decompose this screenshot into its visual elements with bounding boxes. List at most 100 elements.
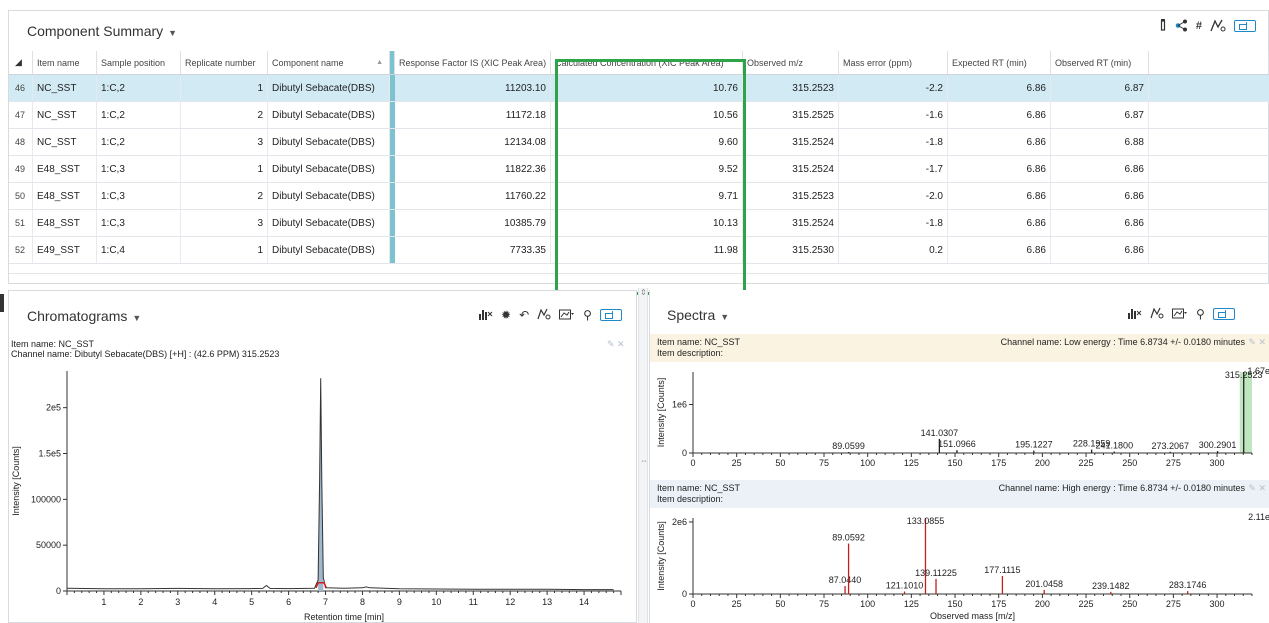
table-row[interactable]: 48 NC_SST 1:C,2 3 Dibutyl Sebacate(DBS) 12134… <box>9 129 1269 156</box>
undo-icon[interactable]: ↶ <box>519 308 529 322</box>
chart-settings-icon[interactable] <box>537 308 551 322</box>
peak-mz-label: 139.11225 <box>915 568 957 578</box>
table-row[interactable]: 47 NC_SST 1:C,2 2 Dibutyl Sebacate(DBS) 11172… <box>9 102 1269 129</box>
item-name-cell: NC_SST <box>33 75 97 101</box>
sample-position-cell: 1:C,2 <box>97 129 181 155</box>
flask-icon[interactable] <box>1159 19 1167 33</box>
x-tick-label: 12 <box>505 597 515 607</box>
peak-mz-label: 241.1800 <box>1096 441 1134 451</box>
x-tick-label: 125 <box>904 599 919 609</box>
column-header-sample-position[interactable]: Sample position <box>97 51 181 74</box>
chart-settings-icon[interactable] <box>1150 307 1164 321</box>
zoom-icon[interactable]: ⚲ <box>583 308 592 322</box>
column-header-observed-mz[interactable]: Observed m/z <box>743 51 839 74</box>
chevron-down-icon[interactable]: ▼ <box>720 312 729 322</box>
x-tick-label: 100 <box>860 458 875 468</box>
table-row[interactable]: 52 E49_SST 1:C,4 1 Dibutyl Sebacate(DBS) 7733… <box>9 237 1269 264</box>
calculated-concentration-cell: 9.52 <box>551 156 743 182</box>
chevron-down-icon[interactable]: ▼ <box>168 28 177 38</box>
column-header-component-name[interactable]: Component name ▲ <box>268 51 390 74</box>
collapse-side-icon[interactable]: ⇔ <box>640 456 648 465</box>
observed-rt-cell: 6.87 <box>1051 75 1149 101</box>
chart-type-icon[interactable] <box>479 308 493 322</box>
peak-mz-label: 201.0458 <box>1025 579 1063 589</box>
item-name-cell: E48_SST <box>33 156 97 182</box>
chart-settings-icon[interactable] <box>1210 19 1226 33</box>
export-icon[interactable] <box>559 308 575 322</box>
row-index: 52 <box>9 237 33 263</box>
pin-icon[interactable]: ✎ ✕ <box>1248 483 1266 494</box>
spectra-pane: Spectra ▼ ⚲ Item name: NC_SST Item descri… <box>649 290 1269 623</box>
column-header-replicate-number[interactable]: Replicate number <box>181 51 268 74</box>
calculated-concentration-cell: 10.56 <box>551 102 743 128</box>
calculated-concentration-cell: 11.98 <box>551 237 743 263</box>
export-icon[interactable] <box>1172 307 1188 321</box>
row-index: 50 <box>9 183 33 209</box>
chromatogram-chart[interactable]: 0500001000001.5e52e51 2 3 4 5 6 7 8 9 10 11 12 13 14R… <box>9 361 638 623</box>
high-item-description: Item description: <box>657 494 724 504</box>
response-factor-cell: 7733.35 <box>395 237 551 263</box>
chevron-down-icon[interactable]: ▼ <box>132 313 141 323</box>
chrom-channel-name: Channel name: Dibutyl Sebacate(DBS) [+H]… <box>11 349 280 359</box>
table-row[interactable]: 46 NC_SST 1:C,2 1 Dibutyl Sebacate(DBS) 11203… <box>9 75 1269 102</box>
collapse-up-icon[interactable]: ⇕ <box>640 288 647 297</box>
low-energy-spectrum[interactable]: 0 1e6 0 25 50 75 100 125 150 175 200 225 250 275 300 In… <box>650 362 1269 480</box>
column-header-expected-rt[interactable]: Expected RT (min) <box>948 51 1051 74</box>
row-selector-header[interactable]: ◢ <box>9 51 33 74</box>
column-header-mass-error[interactable]: Mass error (ppm) <box>839 51 948 74</box>
left-panel-grip[interactable] <box>0 294 4 312</box>
row-filler <box>1149 210 1269 236</box>
x-tick-label: 75 <box>819 599 829 609</box>
vertical-splitter[interactable]: ⇕ ⇔ <box>638 288 648 623</box>
sort-ascending-icon: ▲ <box>376 59 383 66</box>
chart-type-icon[interactable] <box>1128 307 1142 321</box>
peak-mz-label: 283.1746 <box>1169 580 1207 590</box>
y-tick-label: 1e6 <box>672 399 687 409</box>
high-item-name: Item name: NC_SST <box>657 483 741 493</box>
replicate-number-cell: 1 <box>181 237 268 263</box>
replicate-number-cell: 2 <box>181 102 268 128</box>
x-tick-label: 11 <box>469 597 478 607</box>
zoom-icon[interactable]: ⚲ <box>1196 307 1205 321</box>
x-tick-label: 0 <box>690 458 695 468</box>
network-icon[interactable] <box>1175 19 1188 33</box>
mass-error-cell: -1.8 <box>839 210 948 236</box>
spectra-title[interactable]: Spectra ▼ <box>667 307 729 323</box>
high-energy-spectrum[interactable]: 0 2e6 0 25 50 75 100 125 150 175 200 225 250 275 300 Ob… <box>650 508 1269 623</box>
column-header-observed-rt[interactable]: Observed RT (min) <box>1051 51 1149 74</box>
gear-icon[interactable]: ✹ <box>501 308 511 322</box>
layout-icon[interactable] <box>1212 308 1235 320</box>
row-filler <box>1149 129 1269 155</box>
pin-icon[interactable]: ✎ ✕ <box>607 339 625 350</box>
table-row[interactable]: 50 E48_SST 1:C,3 2 Dibutyl Sebacate(DBS) 1176… <box>9 183 1269 210</box>
chromatograms-title[interactable]: Chromatograms ▼ <box>27 308 141 324</box>
column-header-calculated-concentration[interactable]: Calculated Concentration (XIC Peak Area) <box>551 51 743 74</box>
x-tick-label: 0 <box>690 599 695 609</box>
observed-mz-cell: 315.2523 <box>743 183 839 209</box>
column-header-item-name[interactable]: Item name <box>33 51 97 74</box>
observed-mz-cell: 315.2523 <box>743 75 839 101</box>
row-filler <box>1149 237 1269 263</box>
x-tick-label: 3 <box>175 597 180 607</box>
table-row-partial[interactable] <box>9 264 1269 274</box>
table-row[interactable]: 51 E48_SST 1:C,3 3 Dibutyl Sebacate(DBS) 1038… <box>9 210 1269 237</box>
expected-rt-cell: 6.86 <box>948 210 1051 236</box>
component-summary-title[interactable]: Component Summary ▼ <box>27 23 177 39</box>
column-header-response-factor[interactable]: Response Factor IS (XIC Peak Area) <box>395 51 551 74</box>
replicate-number-cell: 3 <box>181 210 268 236</box>
pin-icon[interactable]: ✎ ✕ <box>1248 337 1266 348</box>
layout-icon[interactable] <box>599 309 622 321</box>
x-tick-label: 150 <box>948 458 963 468</box>
table-row[interactable]: 49 E48_SST 1:C,3 1 Dibutyl Sebacate(DBS) 1182… <box>9 156 1269 183</box>
x-tick-label: 150 <box>948 599 963 609</box>
item-name-cell: NC_SST <box>33 102 97 128</box>
x-tick-label: 175 <box>991 458 1006 468</box>
mass-error-cell: -1.8 <box>839 129 948 155</box>
hash-icon[interactable]: # <box>1196 19 1202 33</box>
row-filler <box>1149 75 1269 101</box>
observed-mz-cell: 315.2524 <box>743 156 839 182</box>
mass-error-cell: -1.7 <box>839 156 948 182</box>
corner-triangle-icon: ◢ <box>15 57 22 67</box>
peak-mz-label: 195.1227 <box>1015 440 1053 450</box>
layout-icon[interactable] <box>1234 20 1256 32</box>
